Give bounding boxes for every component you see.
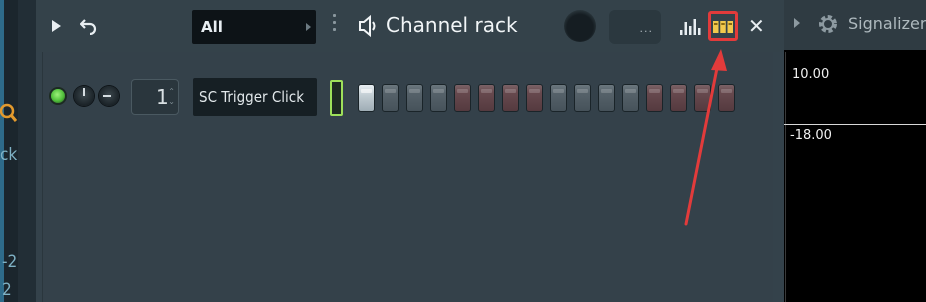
step-button[interactable]: [406, 84, 423, 112]
chevron-right-icon[interactable]: [794, 18, 800, 28]
swing-display[interactable]: ···: [609, 10, 661, 44]
signalizer-value-bottom: -18.00: [790, 128, 832, 143]
channel-rack-window: All Channel rack ··· ✕: [36, 0, 820, 302]
step-button[interactable]: [622, 84, 639, 112]
undo-icon[interactable]: [77, 14, 101, 38]
step-button[interactable]: [670, 84, 687, 112]
up-down-arrows-icon: ⌃ ⌄: [168, 87, 175, 106]
left-panel-text-a: -2: [2, 252, 18, 272]
step-button[interactable]: [382, 84, 399, 112]
signalizer-panel: Signalizer 10.00 -18.00: [784, 0, 926, 302]
left-panel: ck -2 2: [0, 0, 36, 302]
channel-name-label: SC Trigger Click: [199, 88, 305, 106]
search-icon[interactable]: [0, 103, 18, 125]
channel-select-indicator[interactable]: [330, 80, 343, 116]
left-panel-text-top: ck: [0, 145, 18, 165]
mixer-track-number: 1: [156, 85, 169, 109]
channel-filter-select[interactable]: All: [192, 10, 316, 44]
signalizer-title-bar[interactable]: Signalizer: [784, 0, 926, 50]
speaker-icon: [359, 14, 376, 38]
play-arrow-icon[interactable]: [44, 14, 68, 38]
left-panel-text-b: 2: [2, 280, 12, 300]
channel-mute-led[interactable]: [51, 89, 65, 103]
graph-editor-icon[interactable]: [679, 16, 701, 36]
step-button[interactable]: [598, 84, 615, 112]
step-button[interactable]: [358, 84, 375, 112]
step-button[interactable]: [574, 84, 591, 112]
close-icon[interactable]: ✕: [748, 14, 765, 38]
channel-pan-knob[interactable]: [74, 86, 94, 106]
step-button[interactable]: [430, 84, 447, 112]
channel-rack-title-bar[interactable]: All Channel rack ··· ✕: [36, 0, 784, 52]
gear-icon[interactable]: [816, 12, 840, 36]
mixer-track-selector[interactable]: 1 ⌃ ⌄: [131, 79, 179, 115]
drag-handle-icon[interactable]: [333, 14, 337, 38]
swing-knob[interactable]: [564, 10, 596, 42]
signalizer-value-top: 10.00: [792, 67, 830, 82]
step-button[interactable]: [502, 84, 519, 112]
window-title: Channel rack: [386, 13, 518, 37]
step-button[interactable]: [478, 84, 495, 112]
signalizer-title: Signalizer: [848, 14, 926, 33]
channel-volume-knob[interactable]: [99, 86, 119, 106]
signalizer-border: [785, 52, 786, 302]
step-button[interactable]: [454, 84, 471, 112]
chevron-right-icon: [306, 23, 311, 31]
signalizer-divider: [784, 124, 926, 125]
step-sequencer-button[interactable]: [708, 11, 738, 41]
channel-name-button[interactable]: SC Trigger Click: [193, 78, 317, 116]
channel-filter-value: All: [201, 18, 223, 36]
step-button[interactable]: [694, 84, 711, 112]
step-button[interactable]: [646, 84, 663, 112]
step-button[interactable]: [718, 84, 735, 112]
swing-display-text: ···: [639, 25, 653, 38]
step-sequencer-icon: [713, 21, 733, 33]
step-button[interactable]: [526, 84, 543, 112]
step-button[interactable]: [550, 84, 567, 112]
